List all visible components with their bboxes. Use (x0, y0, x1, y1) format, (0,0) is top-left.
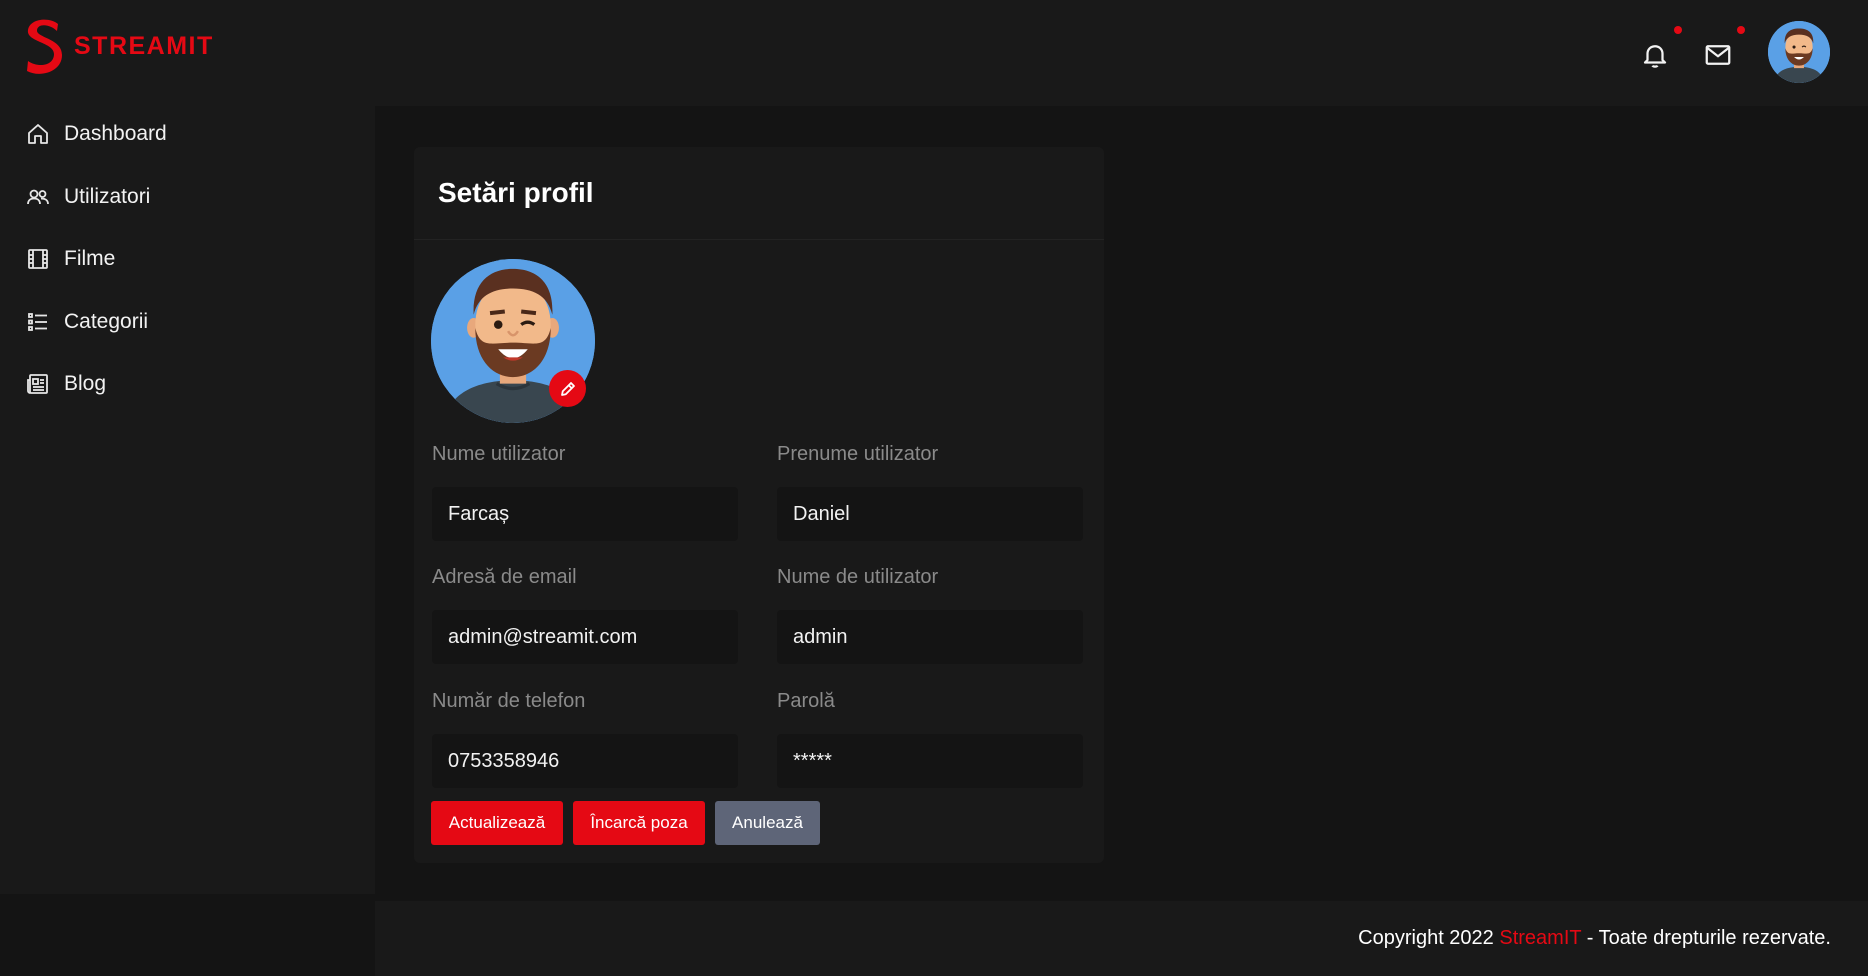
last-name-field-group: Nume utilizator (432, 441, 738, 541)
sidebar-item-label: Filme (64, 247, 116, 271)
profile-settings-card: Setări profil Nume utilizator Farcaș Pre… (414, 147, 1104, 863)
film-icon (28, 249, 48, 270)
sidebar-item-label: Utilizatori (64, 184, 151, 208)
messages-button[interactable] (1703, 26, 1745, 70)
first-name-field-group: Prenume utilizator (777, 441, 1083, 541)
list-icon (28, 312, 47, 331)
password-input[interactable] (777, 734, 1083, 788)
top-header (375, 0, 1868, 106)
streamit-s-logo-icon (27, 19, 62, 74)
last-name-input[interactable] (432, 487, 738, 541)
email-field-group: Adresă de email (432, 564, 738, 664)
username-input[interactable] (777, 610, 1083, 664)
first-name-label: Prenume utilizator (777, 443, 939, 465)
first-name-input[interactable] (777, 487, 1083, 541)
sidebar-item-label: Dashboard (64, 122, 167, 146)
last-name-label: Nume utilizator (432, 443, 566, 465)
copyright-suffix: - Toate drepturile rezervate. (1581, 927, 1831, 949)
brand-logo[interactable]: STREAMIT (24, 18, 214, 74)
users-icon (27, 189, 49, 204)
user-avatar[interactable] (1768, 21, 1830, 83)
upload-photo-button[interactable]: Încarcă poza (573, 801, 705, 845)
username-field-group: Nume de utilizator (777, 564, 1083, 664)
cancel-button[interactable]: Anulează (715, 801, 820, 845)
sidebar-nav: Dashboard Utilizatori Filme Categorii Bl… (0, 103, 375, 416)
sidebar-item-label: Blog (64, 372, 107, 396)
sidebar: STREAMIT Dashboard Utilizatori Filme Cat… (0, 0, 375, 894)
home-icon (28, 124, 48, 145)
avatar-icon (1768, 21, 1830, 83)
sidebar-item-label: Categorii (64, 309, 149, 333)
card-header: Setări profil (414, 147, 1104, 240)
copyright-prefix: Copyright 2022 (1358, 927, 1500, 949)
newspaper-icon (27, 374, 48, 395)
sidebar-item-dashboard[interactable]: Dashboard (0, 103, 375, 166)
mail-icon (1705, 45, 1731, 65)
message-dot (1737, 26, 1745, 34)
phone-input[interactable] (432, 734, 738, 788)
phone-field-group: Număr de telefon (432, 688, 738, 788)
sidebar-item-filme[interactable]: Filme (0, 228, 375, 291)
notifications-button[interactable] (1640, 26, 1682, 70)
footer: Copyright 2022 StreamIT - Toate drepturi… (375, 901, 1868, 976)
brand-name: STREAMIT (74, 31, 214, 60)
update-button[interactable]: Actualizează (431, 801, 563, 845)
bell-icon (1643, 45, 1667, 68)
password-field-group: Parolă (777, 688, 1083, 788)
notification-dot (1674, 26, 1682, 34)
page-title: Setări profil (438, 177, 594, 208)
phone-label: Număr de telefon (432, 690, 586, 712)
copyright-text: Copyright 2022 StreamIT - Toate drepturi… (1358, 927, 1831, 950)
edit-photo-button[interactable] (549, 370, 586, 407)
sidebar-item-blog[interactable]: Blog (0, 353, 375, 416)
pencil-icon (560, 381, 575, 396)
email-label: Adresă de email (432, 566, 577, 588)
copyright-brand-link[interactable]: StreamIT (1499, 927, 1581, 949)
email-input[interactable] (432, 610, 738, 664)
username-label: Nume de utilizator (777, 566, 939, 588)
profile-picture (431, 259, 595, 423)
sidebar-item-categorii[interactable]: Categorii (0, 291, 375, 354)
sidebar-item-utilizatori[interactable]: Utilizatori (0, 166, 375, 229)
password-label: Parolă (777, 690, 835, 712)
